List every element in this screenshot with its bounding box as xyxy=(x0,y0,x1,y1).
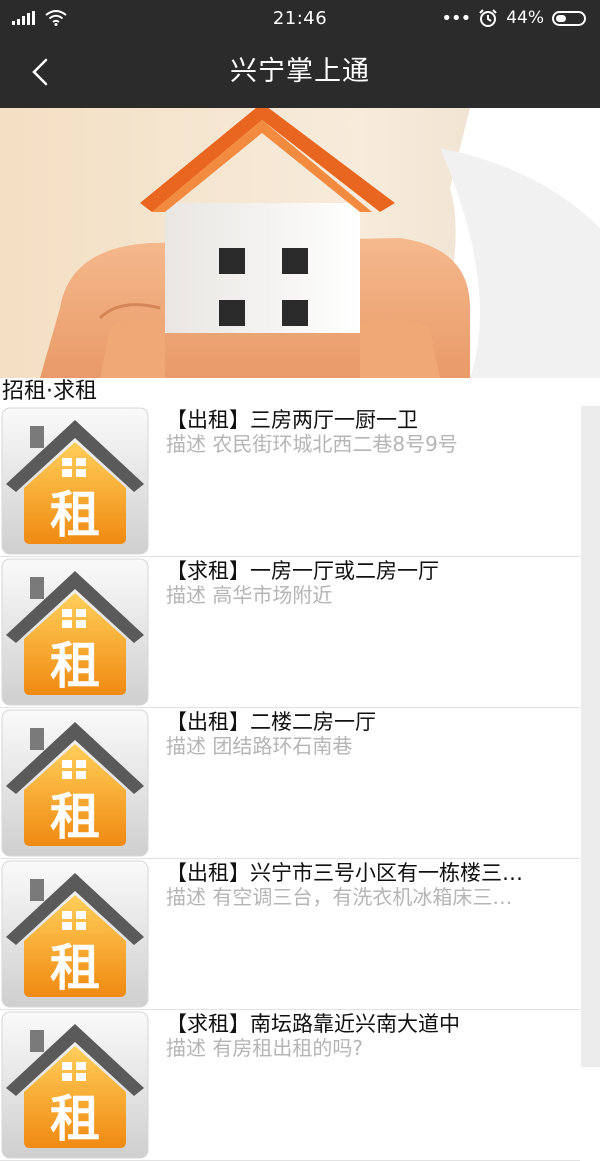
list-item[interactable]: 租 【求租】一房一厅或二房一厅 描述 高华市场附近 xyxy=(0,557,580,708)
rent-house-icon: 租 xyxy=(0,406,150,556)
listing-description: 描述 农民街环城北西二巷8号9号 xyxy=(166,432,458,456)
listing-title: 【求租】一房一厅或二房一厅 xyxy=(166,559,439,583)
listing-title: 【出租】三房两厅一厨一卫 xyxy=(166,408,418,432)
svg-text:租: 租 xyxy=(50,1090,100,1148)
listing-title: 【求租】南坛路靠近兴南大道中 xyxy=(166,1012,460,1036)
page-title: 兴宁掌上通 xyxy=(230,56,370,87)
more-dots-icon: ••• xyxy=(441,7,471,29)
svg-text:租: 租 xyxy=(50,637,100,695)
alarm-icon xyxy=(479,9,497,27)
svg-text:租: 租 xyxy=(50,788,100,846)
list-item[interactable]: 租 【出租】三房两厅一厨一卫 描述 农民街环城北西二巷8号9号 xyxy=(0,406,580,557)
list-item[interactable]: 租 【出租】兴宁市三号小区有一栋楼三… 描述 有空调三台，有洗衣机冰箱床三… xyxy=(0,859,580,1010)
listing-description: 描述 有空调三台，有洗衣机冰箱床三… xyxy=(166,885,513,909)
status-bar: 21:46 ••• 44% xyxy=(0,0,600,36)
section-title: 招租·求租 xyxy=(0,378,600,406)
listing-title: 【出租】二楼二房一厅 xyxy=(166,710,376,734)
scrollbar[interactable] xyxy=(581,406,600,1067)
listing-title: 【出租】兴宁市三号小区有一栋楼三… xyxy=(166,861,523,885)
battery-icon xyxy=(552,10,586,26)
rent-house-icon: 租 xyxy=(0,1010,150,1160)
rent-house-icon: 租 xyxy=(0,859,150,1009)
rent-house-icon: 租 xyxy=(0,708,150,858)
svg-text:租: 租 xyxy=(50,486,100,544)
svg-text:租: 租 xyxy=(50,939,100,997)
banner-image[interactable] xyxy=(0,108,600,378)
listing-list: 租 【出租】三房两厅一厨一卫 描述 农民街环城北西二巷8号9号 租 【求租】一房… xyxy=(0,406,580,1161)
listing-description: 描述 高华市场附近 xyxy=(166,583,333,607)
battery-percent: 44% xyxy=(506,8,544,28)
list-item[interactable]: 租 【出租】二楼二房一厅 描述 团结路环石南巷 xyxy=(0,708,580,859)
rent-house-icon: 租 xyxy=(0,557,150,707)
cell-signal-icon xyxy=(12,11,35,25)
list-item[interactable]: 租 【求租】南坛路靠近兴南大道中 描述 有房租出租的吗? xyxy=(0,1010,580,1161)
listing-description: 描述 有房租出租的吗? xyxy=(166,1036,363,1060)
wifi-icon xyxy=(45,10,67,26)
app-header: 兴宁掌上通 xyxy=(0,36,600,108)
listing-description: 描述 团结路环石南巷 xyxy=(166,734,353,758)
